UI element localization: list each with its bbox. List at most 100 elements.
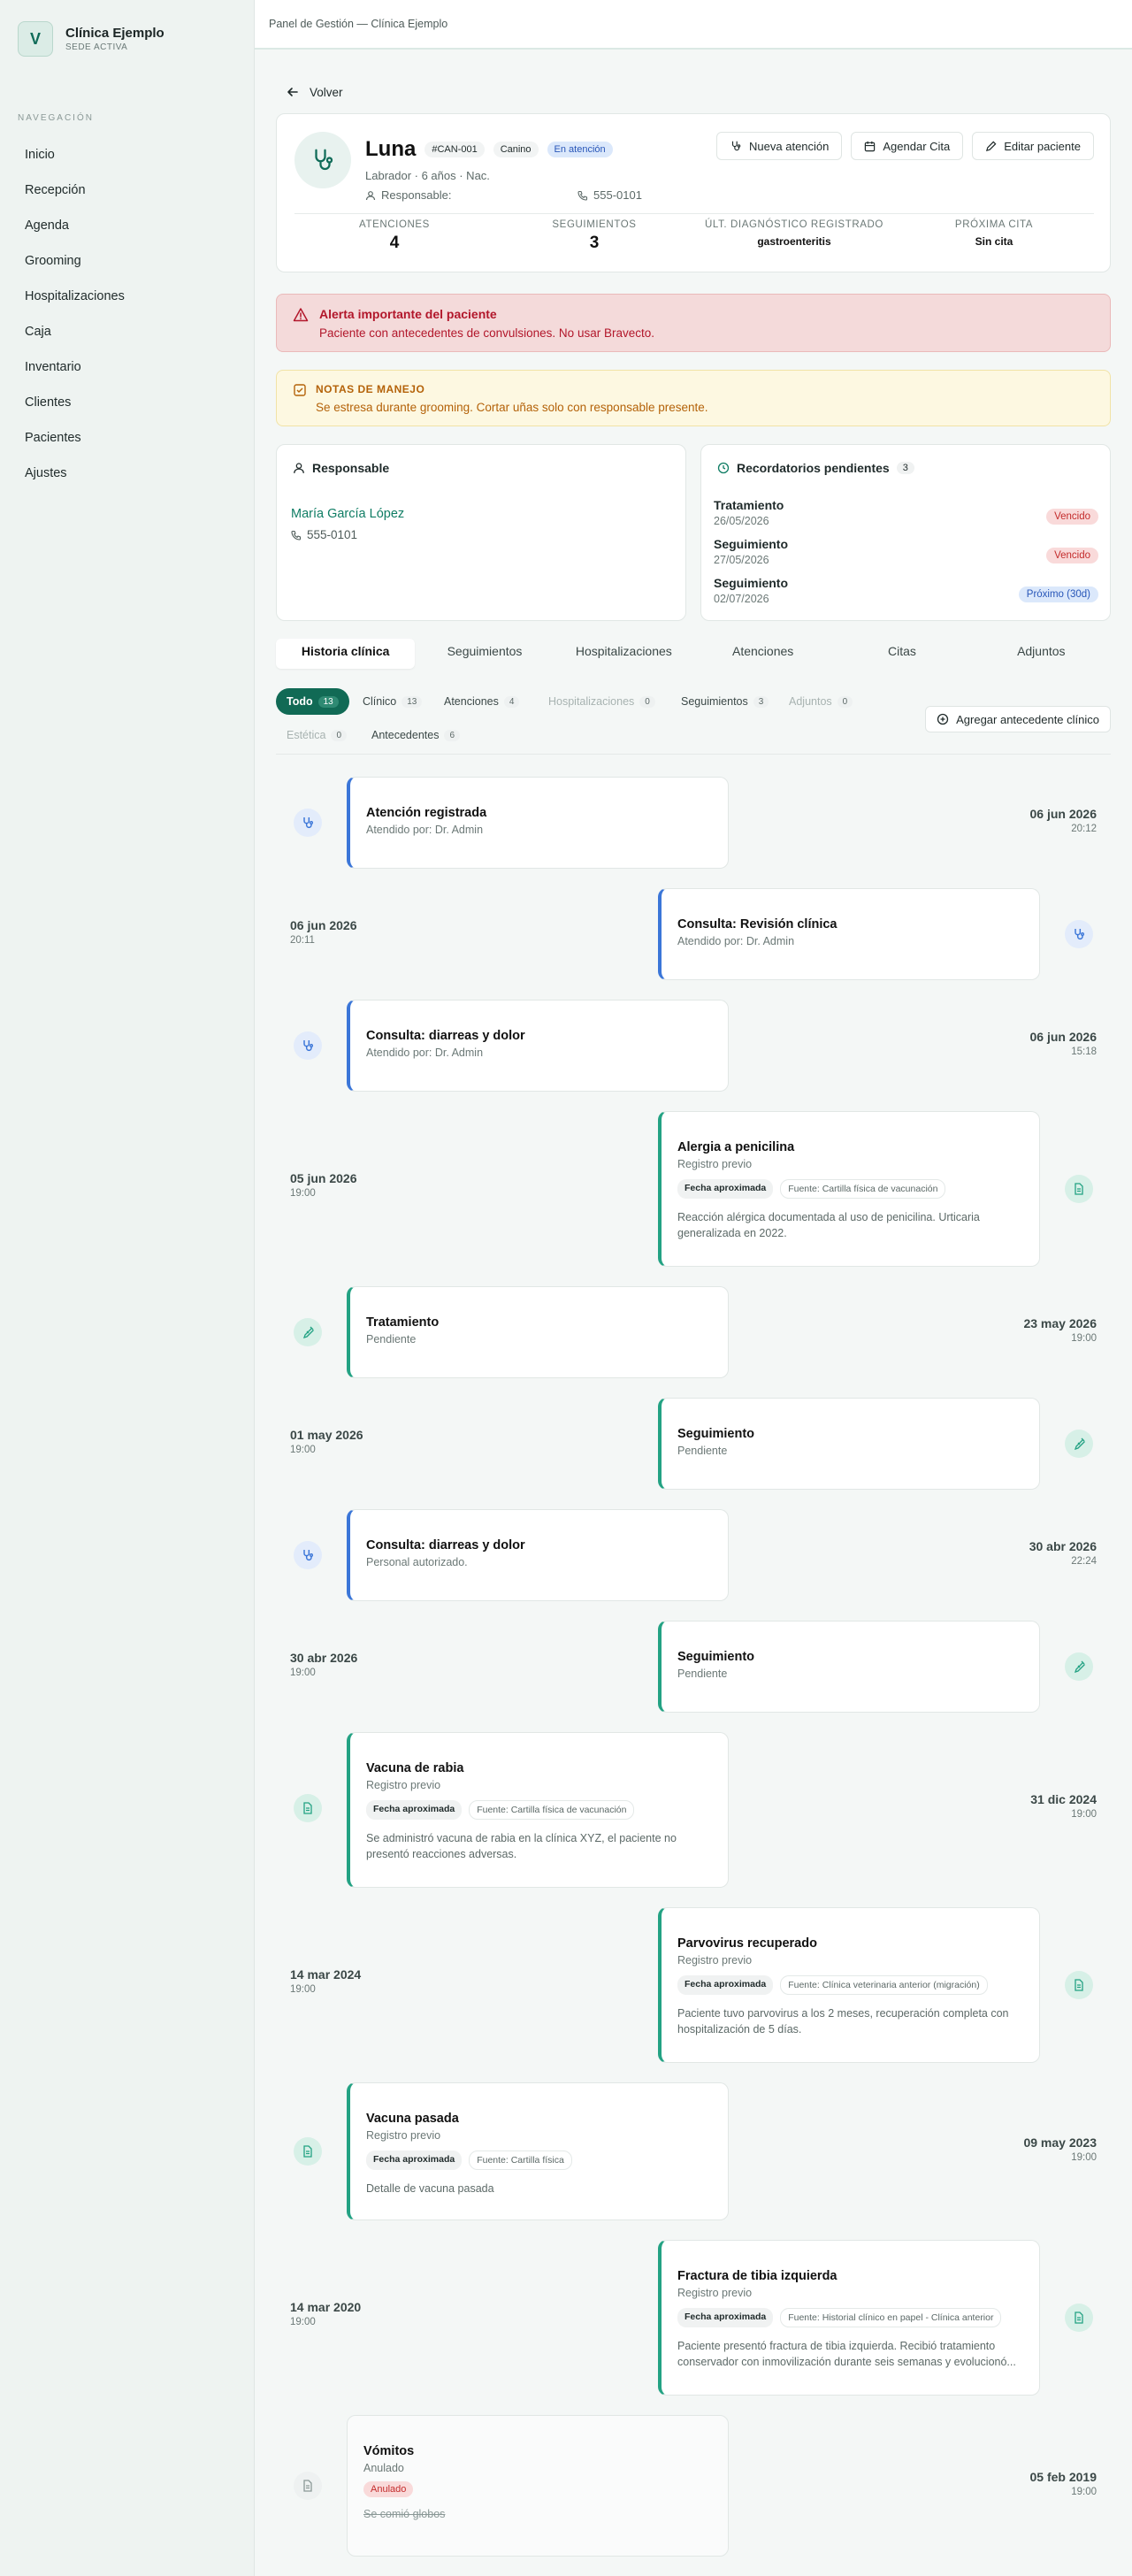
patient-subtitle: Labrador · 6 años · Nac. [365, 169, 490, 182]
filter-antecedentes[interactable]: Antecedentes 6 [361, 722, 470, 748]
sidebar-item-caja[interactable]: Caja [0, 314, 254, 349]
sidebar-item-grooming[interactable]: Grooming [0, 243, 254, 279]
timeline-card[interactable]: Consulta: diarreas y dolor Personal auto… [347, 1509, 729, 1601]
timeline-card[interactable]: Parvovirus recuperado Registro previo Fe… [658, 1907, 1040, 2063]
tab-citas[interactable]: Citas [832, 639, 971, 669]
date-value: 06 jun 2026 [1029, 807, 1098, 821]
time-value: 20:12 [1071, 824, 1097, 834]
document-icon [1065, 1971, 1093, 1999]
responsible-phone-value: 555-0101 [307, 528, 358, 541]
sidebar-item-agenda[interactable]: Agenda [0, 208, 254, 243]
timeline-detail: Paciente tuvo parvovirus a los 2 meses, … [677, 2007, 1009, 2036]
responsible-name-link[interactable]: María García López [291, 507, 404, 521]
reminder-item[interactable]: Seguimiento 02/07/2026 Próximo (30d) [714, 576, 1098, 611]
alert-text: Paciente con antecedentes de convulsione… [319, 326, 654, 340]
timeline-card[interactable]: Consulta: diarreas y dolor Atendido por:… [347, 1000, 729, 1092]
schedule-label: Agendar Cita [883, 139, 951, 153]
timeline-date: 14 mar 2024 19:00 [290, 1967, 361, 1995]
sidebar-item-inventario[interactable]: Inventario [0, 349, 254, 385]
tab-seguimientos[interactable]: Seguimientos [415, 639, 554, 669]
timeline-card[interactable]: Tratamiento Pendiente [347, 1286, 729, 1378]
tab-historia-clinica[interactable]: Historia clínica [276, 639, 416, 669]
timeline-date: 06 jun 2026 15:18 [1030, 1030, 1098, 1057]
sidebar-item-pacientes[interactable]: Pacientes [0, 420, 254, 456]
date-value: 31 dic 2024 [1030, 1792, 1097, 1806]
timeline-card[interactable]: Seguimiento Pendiente [658, 1398, 1040, 1490]
filter-count: 0 [837, 695, 853, 708]
sidebar-item-recepcion[interactable]: Recepción [0, 172, 254, 208]
filter-estetica[interactable]: Estética 0 [276, 722, 357, 748]
tab-adjuntos[interactable]: Adjuntos [972, 639, 1111, 669]
source-badge: Fuente: Cartilla física [469, 2150, 572, 2170]
filter-count: 13 [402, 695, 423, 708]
stethoscope-icon [731, 141, 741, 151]
sidebar-item-hospitalizaciones[interactable]: Hospitalizaciones [0, 279, 254, 314]
document-icon [294, 2472, 322, 2500]
pencil-icon [986, 141, 997, 151]
filter-hospitalizaciones[interactable]: Hospitalizaciones 0 [538, 688, 666, 715]
timeline-title: Vacuna de rabia [366, 1761, 464, 1775]
patient-alert: Alerta importante del paciente Paciente … [276, 294, 1111, 352]
timeline-card[interactable]: Vacuna pasada Registro previo Fecha apro… [347, 2082, 729, 2220]
timeline-card[interactable]: Alergia a penicilina Registro previo Fec… [658, 1111, 1040, 1267]
time-value: 19:00 [1071, 2152, 1097, 2163]
timeline-detail: Detalle de vacuna pasada [366, 2182, 494, 2195]
sidebar-item-inicio[interactable]: Inicio [0, 137, 254, 172]
sidebar-item-ajustes[interactable]: Ajustes [0, 456, 254, 491]
patient-name: Luna [365, 137, 417, 161]
timeline-detail: Reacción alérgica documentada al uso de … [677, 1211, 980, 1239]
stat-label: PRÓXIMA CITA [954, 219, 1034, 230]
filter-adjuntos[interactable]: Adjuntos 0 [778, 688, 863, 715]
back-button[interactable]: Volver [276, 50, 1111, 111]
stethoscope-icon [294, 809, 322, 837]
schedule-button[interactable]: Agendar Cita [851, 132, 964, 160]
reminder-item[interactable]: Seguimiento 27/05/2026 Vencido [714, 537, 1098, 572]
timeline-subtitle: Registro previo [366, 1779, 441, 1791]
reminder-item[interactable]: Tratamiento 26/05/2026 Vencido [714, 498, 1098, 533]
timeline-title: Vacuna pasada [366, 2112, 459, 2126]
stat-value: gastroenteritis [757, 235, 831, 248]
sidebar-item-clientes[interactable]: Clientes [0, 385, 254, 420]
main-content: Volver Luna #CAN-001 Canino En atención … [276, 50, 1111, 2557]
filter-label: Atenciones [444, 695, 499, 708]
timeline-card[interactable]: Fractura de tibia izquierda Registro pre… [658, 2240, 1040, 2396]
patient-stats: ATENCIONES 4 SEGUIMIENTOS 3 ÚLT. DIAGNÓS… [294, 213, 1094, 253]
timeline-subtitle: Pendiente [366, 1333, 417, 1346]
timeline-detail: Se administró vacuna de rabia en la clín… [366, 1832, 677, 1860]
time-value: 19:00 [1071, 1333, 1097, 1344]
edit-patient-button[interactable]: Editar paciente [972, 132, 1094, 160]
filter-clinico[interactable]: Clínico 13 [352, 688, 432, 715]
stat-atenciones: ATENCIONES 4 [294, 214, 494, 253]
new-attention-button[interactable]: Nueva atención [716, 132, 843, 160]
filter-seguimientos[interactable]: Seguimientos 3 [670, 688, 779, 715]
filter-count: 4 [503, 695, 520, 708]
timeline-card[interactable]: Vómitos Anulado Anulado Se comió globos [347, 2415, 729, 2557]
timeline-date: 01 may 2026 19:00 [290, 1428, 363, 1455]
date-value: 09 may 2023 [1023, 2135, 1097, 2150]
calendar-icon [865, 141, 876, 151]
breadcrumb: Panel de Gestión — Clínica Ejemplo [269, 18, 448, 30]
filter-count: 0 [639, 695, 655, 708]
filter-label: Seguimientos [681, 695, 748, 708]
tab-atenciones[interactable]: Atenciones [693, 639, 832, 669]
tab-hospitalizaciones[interactable]: Hospitalizaciones [555, 639, 693, 669]
timeline-title: Consulta: Revisión clínica [677, 917, 838, 932]
timeline-card[interactable]: Atención registrada Atendido por: Dr. Ad… [347, 777, 729, 869]
timeline-card[interactable]: Vacuna de rabia Registro previo Fecha ap… [347, 1732, 729, 1888]
approx-date-badge: Fecha aproximada [677, 1975, 774, 1995]
timeline-card[interactable]: Seguimiento Pendiente [658, 1621, 1040, 1713]
filter-todo[interactable]: Todo 13 [276, 688, 349, 715]
date-value: 05 feb 2019 [1029, 2470, 1098, 2484]
reminder-tag: Próximo (30d) [1018, 586, 1098, 602]
brand[interactable]: V Clínica Ejemplo SEDE ACTIVA [0, 0, 254, 78]
reminder-name: Seguimiento [714, 537, 789, 551]
add-antecedent-button[interactable]: Agregar antecedente clínico [925, 706, 1111, 732]
date-value: 30 abr 2026 [290, 1651, 358, 1665]
approx-date-badge: Fecha aproximada [366, 1800, 463, 1820]
filter-atenciones[interactable]: Atenciones 4 [433, 688, 530, 715]
timeline-title: Fractura de tibia izquierda [677, 2269, 838, 2283]
timeline-title: Parvovirus recuperado [677, 1936, 817, 1951]
source-badge: Fuente: Historial clínico en papel - Clí… [780, 2308, 1002, 2327]
time-value: 22:24 [1071, 1556, 1097, 1567]
timeline-card[interactable]: Consulta: Revisión clínica Atendido por:… [658, 888, 1040, 980]
